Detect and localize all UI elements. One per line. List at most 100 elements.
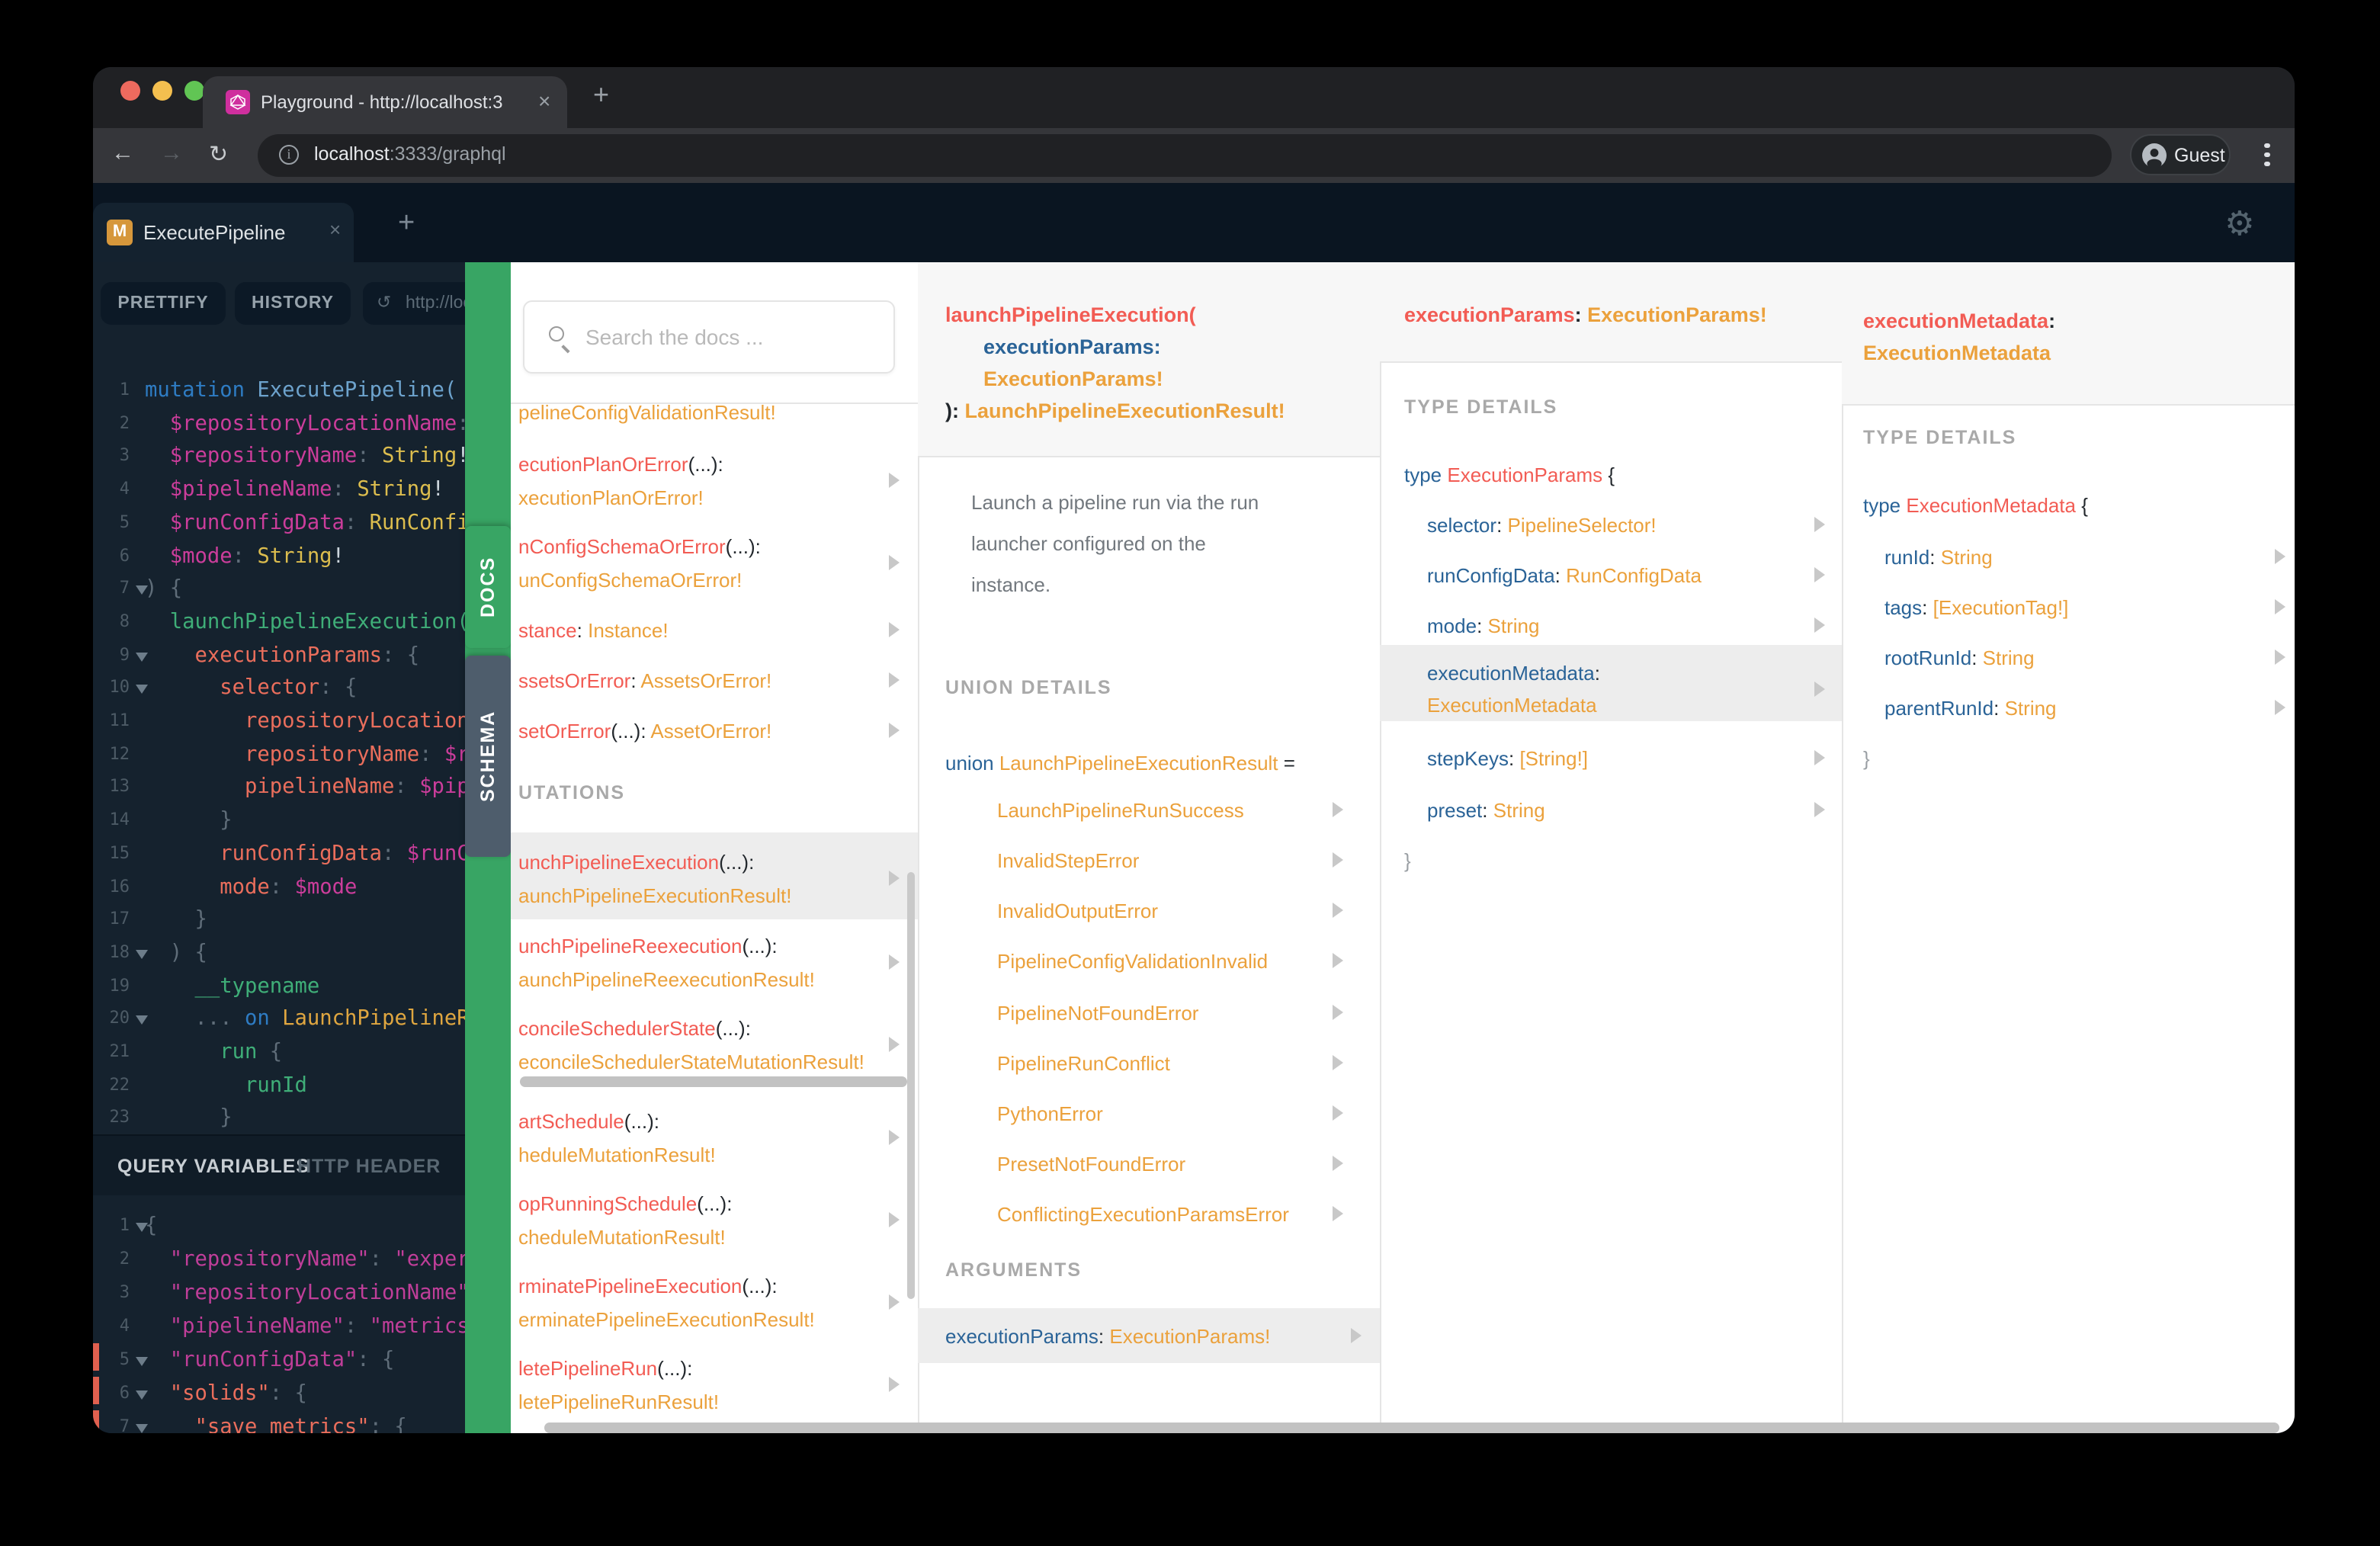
tab-docs[interactable]: DOCS xyxy=(465,526,511,648)
chevron-right-icon xyxy=(2275,650,2293,665)
doc-item[interactable]: ssetsOrError: AssetsOrError! xyxy=(518,665,900,698)
doc-item[interactable]: opRunningSchedule(...): cheduleMutationRe… xyxy=(518,1188,900,1253)
tab-close-icon[interactable]: × xyxy=(538,88,550,113)
doc-item[interactable]: unchPipelineExecution(...): aunchPipeline… xyxy=(518,846,900,912)
code-line[interactable]: 18 ) { xyxy=(93,936,465,970)
traffic-close-icon[interactable] xyxy=(120,81,140,101)
settings-gear-icon[interactable]: ⚙ xyxy=(2224,206,2254,244)
field-row[interactable]: rootRunId: String xyxy=(1884,642,2035,674)
error-marker xyxy=(93,1343,99,1371)
field-row[interactable]: executionMetadata: xyxy=(1427,657,1600,689)
doc-item[interactable]: unchPipelineReexecution(...): aunchPipeli… xyxy=(518,930,900,996)
code-line[interactable]: 14 } xyxy=(93,803,465,837)
chevron-right-icon xyxy=(1814,517,1833,532)
field-row[interactable]: parentRunId: String xyxy=(1884,692,2057,724)
field-row[interactable]: runId: String xyxy=(1884,541,1993,573)
selected-argument-row[interactable]: executionParams: ExecutionParams! xyxy=(918,1308,1380,1363)
union-member[interactable]: PipelineRunConflict xyxy=(997,1047,1170,1079)
union-member[interactable]: PipelineNotFoundError xyxy=(997,997,1198,1029)
doc-item[interactable]: letePipelineRun(...): letePipelineRunResu… xyxy=(518,1352,900,1418)
doc-item[interactable]: stance: Instance! xyxy=(518,614,900,647)
forward-icon[interactable]: → xyxy=(160,140,183,166)
code-line[interactable]: 6 "solids": { xyxy=(93,1377,465,1410)
code-line[interactable]: 5 $runConfigData: RunConfigData! xyxy=(93,506,465,540)
code-line[interactable]: 11 repositoryLocationName: $repositoryLo… xyxy=(93,704,466,738)
union-member[interactable]: ConflictingExecutionParamsError xyxy=(997,1198,1289,1230)
union-member[interactable]: PresetNotFoundError xyxy=(997,1148,1185,1180)
reload-icon[interactable]: ↻ xyxy=(209,140,228,168)
tab-schema[interactable]: SCHEMA xyxy=(465,656,511,857)
endpoint-input[interactable]: ↺ http://loc xyxy=(363,282,465,325)
new-tab-button[interactable]: + xyxy=(593,79,609,111)
field-row[interactable]: selector: PipelineSelector! xyxy=(1427,509,1657,541)
doc-item[interactable]: artSchedule(...): heduleMutationResult! xyxy=(518,1105,900,1171)
code-line[interactable]: 6 $mode: String! xyxy=(93,539,465,573)
code-line[interactable]: 17 } xyxy=(93,903,465,936)
history-button[interactable]: HISTORY xyxy=(235,282,351,325)
code-line[interactable]: 20 ... on LaunchPipelineRunSuccess { xyxy=(93,1002,466,1036)
code-line[interactable]: 15 runConfigData: $runConfigData xyxy=(93,837,466,871)
code-line[interactable]: 1{ xyxy=(93,1209,465,1243)
docs-search-input[interactable]: Search the docs ... xyxy=(523,300,895,374)
doc-item[interactable]: nConfigSchemaOrError(...): unConfigSchema… xyxy=(518,531,900,596)
code-line[interactable]: 4 "pipelineName": "metrics xyxy=(93,1310,465,1343)
field-row[interactable]: ExecutionMetadata xyxy=(1427,689,1597,721)
code-line[interactable]: 12 repositoryName: $repositoryName xyxy=(93,737,466,771)
docs-horizontal-scrollbar[interactable] xyxy=(544,1423,2279,1433)
field-signature-line: ): LaunchPipelineExecutionResult! xyxy=(945,399,1285,422)
playground-tab-executepipeline[interactable]: M ExecutePipeline × xyxy=(93,203,354,262)
site-info-icon[interactable]: i xyxy=(279,145,299,165)
doc-item[interactable]: pelineConfigValidationResult! xyxy=(518,396,900,429)
code-line[interactable]: 10 selector: { xyxy=(93,672,465,705)
code-line[interactable]: 2 $repositoryLocationName: xyxy=(93,406,465,440)
browser-menu-icon[interactable] xyxy=(2264,139,2270,170)
union-member[interactable]: LaunchPipelineRunSuccess xyxy=(997,794,1244,826)
code-line[interactable]: 2 "repositoryName": "exper xyxy=(93,1243,465,1276)
url-bar[interactable]: i localhost:3333/graphql xyxy=(258,134,2112,177)
endpoint-reload-icon[interactable]: ↺ xyxy=(377,282,391,325)
field-row[interactable]: stepKeys: [String!] xyxy=(1427,743,1588,775)
field-row[interactable]: preset: String xyxy=(1427,794,1545,826)
url-text[interactable]: localhost:3333/graphql xyxy=(314,143,506,165)
field-row[interactable]: runConfigData: RunConfigData xyxy=(1427,560,1702,592)
doc-item[interactable]: rminatePipelineExecution(...): erminatePi… xyxy=(518,1270,900,1336)
code-line[interactable]: 22 runId xyxy=(93,1068,465,1102)
chevron-right-icon xyxy=(1333,1206,1351,1221)
doc-item[interactable]: concileSchedulerState(...): econcileSched… xyxy=(518,1012,900,1078)
type-details-header: TYPE DETAILS xyxy=(1404,396,1558,418)
prettify-button[interactable]: PRETTIFY xyxy=(101,282,226,325)
code-line[interactable]: 16 mode: $mode xyxy=(93,870,465,903)
union-member[interactable]: PythonError xyxy=(997,1098,1103,1130)
field-row[interactable]: tags: [ExecutionTag!] xyxy=(1884,592,2068,624)
horizontal-scrollbar[interactable] xyxy=(520,1076,907,1087)
doc-item[interactable]: ecutionPlanOrError(...): xecutionPlanOrEr… xyxy=(518,448,900,514)
playground-new-tab-button[interactable]: + xyxy=(398,207,415,241)
code-line[interactable]: 21 run { xyxy=(93,1035,465,1069)
union-member[interactable]: PipelineConfigValidationInvalid xyxy=(997,945,1268,977)
traffic-minimize-icon[interactable] xyxy=(152,81,172,101)
tab-http-headers[interactable]: HTTP HEADER xyxy=(297,1156,441,1177)
code-line[interactable]: 8 launchPipelineExecution( xyxy=(93,605,465,639)
code-line[interactable]: 23 } xyxy=(93,1102,465,1135)
code-line[interactable]: 9 executionParams: { xyxy=(93,638,465,672)
union-member[interactable]: InvalidOutputError xyxy=(997,895,1158,927)
code-line[interactable]: 7 "save_metrics": { xyxy=(93,1410,465,1433)
union-member[interactable]: InvalidStepError xyxy=(997,845,1139,877)
browser-tab[interactable]: Playground - http://localhost:3 × xyxy=(203,76,567,128)
code-line[interactable]: 7) { xyxy=(93,572,465,605)
code-line[interactable]: 3 $repositoryName: String! xyxy=(93,440,465,473)
back-icon[interactable]: ← xyxy=(111,140,134,166)
code-line[interactable]: 3 "repositoryLocationName" xyxy=(93,1276,465,1310)
code-line[interactable]: 1 mutation ExecutePipeline( xyxy=(93,374,465,407)
vertical-scrollbar[interactable] xyxy=(907,872,915,1299)
field-row[interactable]: mode: String xyxy=(1427,610,1539,642)
playground-tab-close-icon[interactable]: × xyxy=(329,218,341,241)
profile-button[interactable]: Guest xyxy=(2130,134,2231,175)
code-line[interactable]: 13 pipelineName: $pipelineName xyxy=(93,771,466,804)
code-line[interactable]: 4 $pipelineName: String! xyxy=(93,473,465,506)
code-line[interactable]: 5 "runConfigData": { xyxy=(93,1343,465,1377)
traffic-zoom-icon[interactable] xyxy=(184,81,204,101)
tab-query-variables[interactable]: QUERY VARIABLES xyxy=(117,1156,310,1177)
doc-item[interactable]: setOrError(...): AssetOrError! xyxy=(518,715,900,748)
code-line[interactable]: 19 __typename xyxy=(93,969,465,1002)
